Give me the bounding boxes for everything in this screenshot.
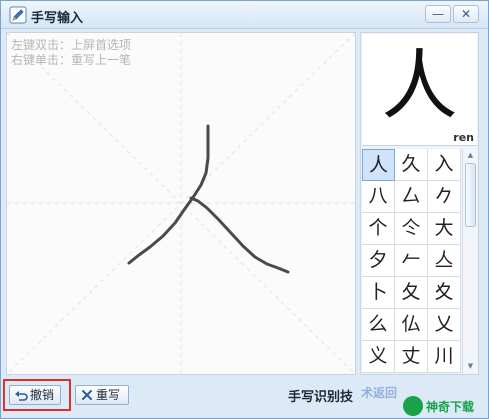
candidate-cell[interactable]: 亼 [428,245,461,277]
candidate-cell[interactable]: 𠂉 [395,245,428,277]
hint-right-click: 右键单击：重写上一笔 [11,53,132,67]
clear-icon [82,390,92,400]
candidate-cell[interactable]: 么 [362,309,395,341]
candidate-cell[interactable]: 夂 [395,277,428,309]
handwriting-window: 手写输入 — ✕ 左键双击：上屏首选项 右键单击：重写上一笔 人 ren 人 久… [0,0,489,419]
scroll-up-icon[interactable]: ▲ [465,150,476,160]
candidate-cell[interactable]: 乂 [428,309,461,341]
candidate-cell[interactable]: 人 [362,149,395,181]
candidate-scrollbar[interactable]: ▲ ▼ [462,149,477,373]
watermark: 神奇下载 [403,394,487,418]
writing-canvas[interactable]: 左键双击：上屏首选项 右键单击：重写上一笔 [6,32,356,375]
candidate-cell[interactable]: 夕 [362,245,395,277]
candidate-cell[interactable]: 厶 [395,181,428,213]
footer-title: 手写识别技 [288,390,354,405]
close-button[interactable]: ✕ [453,5,479,23]
candidate-cell[interactable]: 卜 [362,277,395,309]
candidate-cell[interactable]: 𠂊 [428,181,461,213]
watermark-logo-icon [403,396,423,416]
undo-label: 撤销 [30,388,55,402]
candidate-cell[interactable]: 川 [428,341,461,373]
undo-icon [15,391,28,401]
footer-overlay-text: 术返回 [361,386,398,400]
candidate-cell[interactable]: 夊 [428,277,461,309]
window-title: 手写输入 [31,11,84,26]
candidate-cell[interactable]: 大 [428,213,461,245]
preview-character: 人 [381,41,458,130]
scroll-down-icon[interactable]: ▼ [465,361,476,371]
character-preview: 人 ren [362,34,477,146]
handwriting-strokes [7,33,355,374]
preview-pinyin: ren [453,131,474,144]
candidate-panel: 人 ren 人 久 入 八 厶 𠂊 个 仒 大 夕 𠂉 亼 卜 夂 夊 么 仏 … [360,32,479,375]
pencil-icon [9,6,27,24]
candidate-cell[interactable]: 丈 [395,341,428,373]
candidate-cell[interactable]: 入 [428,149,461,181]
rewrite-label: 重写 [96,388,121,402]
candidate-cell[interactable]: 义 [362,341,395,373]
scroll-thumb[interactable] [465,163,476,227]
candidate-cell[interactable]: 仒 [395,213,428,245]
candidate-cell[interactable]: 久 [395,149,428,181]
candidate-cell[interactable]: 八 [362,181,395,213]
watermark-text: 神奇下载 [426,400,475,414]
minimize-button[interactable]: — [425,5,451,23]
undo-button[interactable]: 撤销 [9,385,61,405]
rewrite-button[interactable]: 重写 [75,385,129,405]
title-bar[interactable]: 手写输入 — ✕ [1,1,488,29]
candidate-cell[interactable]: 仏 [395,309,428,341]
candidate-cell[interactable]: 个 [362,213,395,245]
